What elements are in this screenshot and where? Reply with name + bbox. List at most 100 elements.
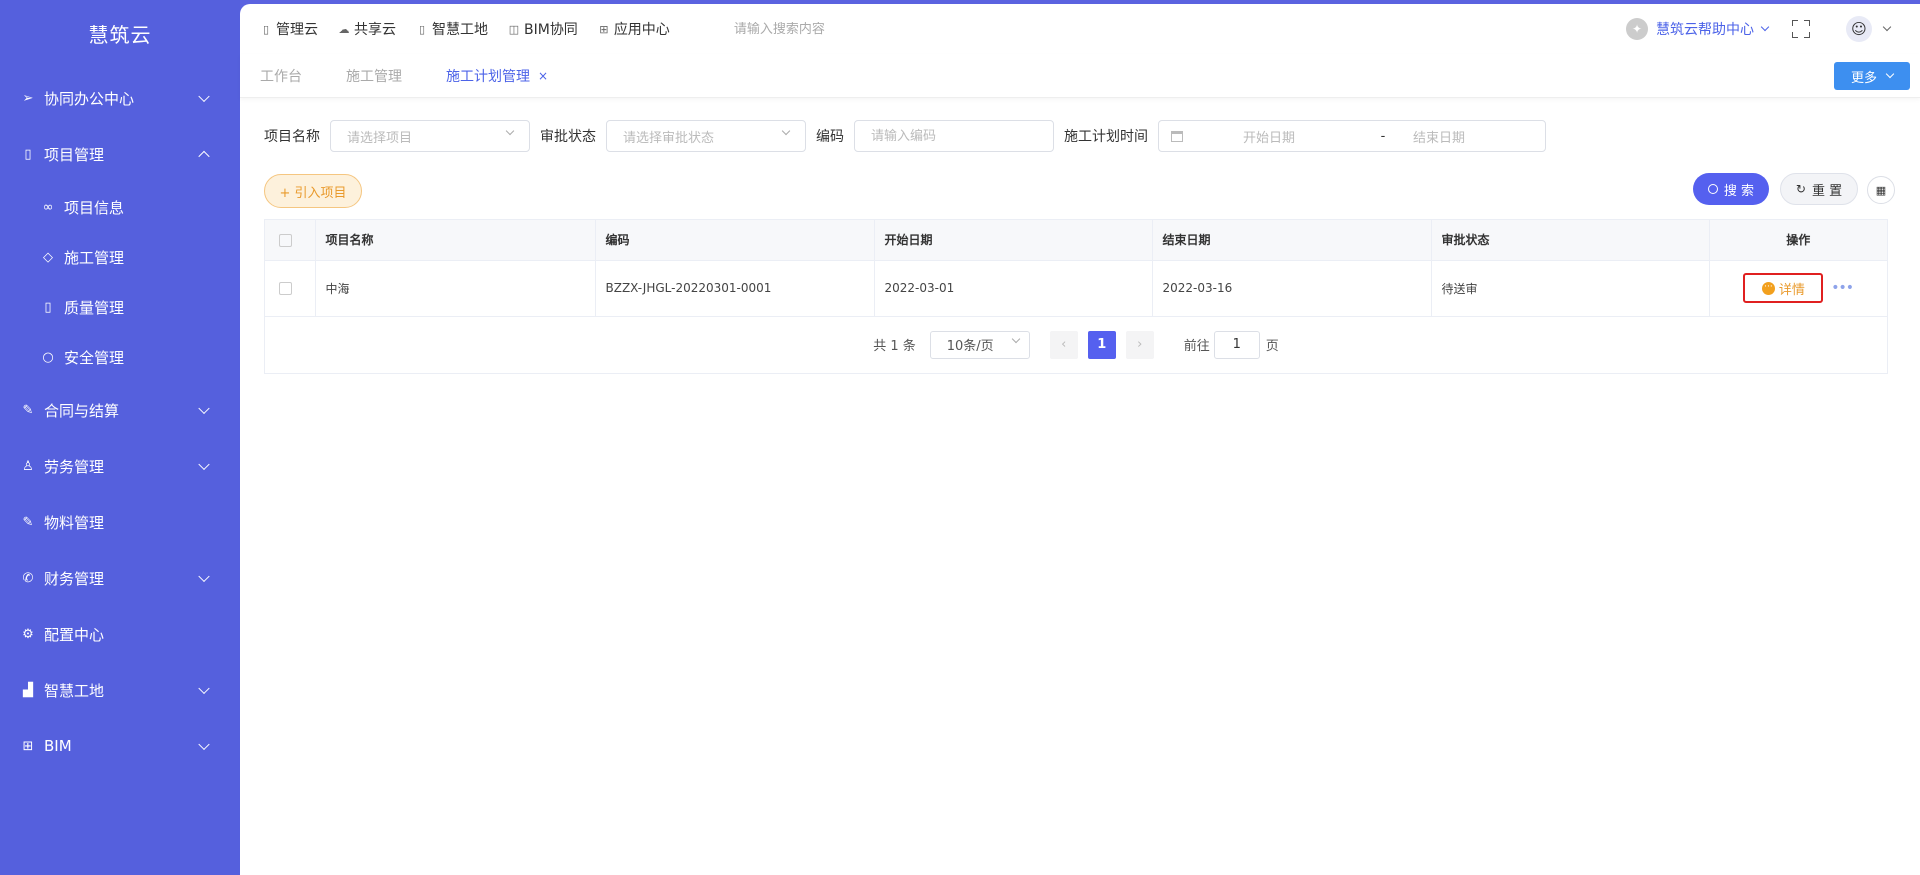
sidebar-item-smart-site[interactable]: ▟ 智慧工地 xyxy=(0,662,240,718)
import-project-button[interactable]: + 引入项目 xyxy=(264,174,362,208)
sidebar-item-config[interactable]: ⚙ 配置中心 xyxy=(0,606,240,662)
cell-project-name: 中海 xyxy=(315,260,596,317)
book-icon: ▯ xyxy=(44,299,52,315)
page-unit-label: 页 xyxy=(1265,339,1279,354)
main-panel: ▯ 管理云 ☁ 共享云 ▯ 智慧工地 ◫ BIM协同 ⊞ 应用中心 ✦ xyxy=(240,4,1920,875)
reset-button[interactable]: ↻ 重 置 xyxy=(1780,173,1858,205)
reset-label: 重 置 xyxy=(1811,183,1843,199)
code-label: 编码 xyxy=(816,129,844,145)
chevron-down-icon[interactable] xyxy=(1882,22,1892,32)
close-icon[interactable]: × xyxy=(538,69,548,83)
sidebar-item-quality[interactable]: ▯ 质量管理 xyxy=(0,282,240,332)
more-button[interactable]: 更多 xyxy=(1834,62,1910,90)
calendar-icon xyxy=(1171,130,1183,142)
page-number-button[interactable]: 1 xyxy=(1087,330,1116,359)
column-settings-icon[interactable]: ▦ xyxy=(1867,176,1895,204)
sidebar-item-contract[interactable]: ✎ 合同与结算 xyxy=(0,382,240,438)
sidebar-item-project-info[interactable]: ∞ 项目信息 xyxy=(0,182,240,232)
column-header: 编码 xyxy=(595,220,875,261)
location-icon: ○ xyxy=(42,349,54,365)
edit-icon: ✎ xyxy=(22,514,34,530)
topnav-bim[interactable]: ◫ BIM协同 xyxy=(508,19,578,39)
topnav-label: BIM协同 xyxy=(524,22,578,38)
global-search-input[interactable] xyxy=(733,21,954,37)
send-icon: ➢ xyxy=(22,90,34,106)
project-select[interactable]: 请选择项目 xyxy=(330,120,530,152)
sidebar-item-collab-office[interactable]: ➢ 协同办公中心 xyxy=(0,70,240,126)
sidebar-item-bim[interactable]: ⊞ BIM xyxy=(0,718,240,774)
more-label: 更多 xyxy=(1850,70,1877,86)
cell-code: BZZX-JHGL-20220301-0001 xyxy=(595,260,875,317)
help-logo-icon: ✦ xyxy=(1626,18,1648,40)
data-table: 项目名称 编码 开始日期 结束日期 审批状态 操作 中海 BZZX-JHGL-2… xyxy=(264,219,1888,374)
tab-label: 工作台 xyxy=(260,68,302,85)
sidebar-item-label: 项目信息 xyxy=(64,198,125,217)
sidebar-item-safety[interactable]: ○ 安全管理 xyxy=(0,332,240,382)
sidebar-item-label: 质量管理 xyxy=(64,298,125,317)
sidebar-item-labor[interactable]: ♙ 劳务管理 xyxy=(0,438,240,494)
user-icon: ♙ xyxy=(22,458,34,474)
tab-construction-plan[interactable]: 施工计划管理 × xyxy=(446,66,548,86)
chevron-down-icon xyxy=(781,126,791,136)
select-all-checkbox[interactable] xyxy=(279,233,292,247)
top-nav: ▯ 管理云 ☁ 共享云 ▯ 智慧工地 ◫ BIM协同 ⊞ 应用中心 xyxy=(260,19,690,39)
approval-status-select[interactable]: 请选择审批状态 xyxy=(606,120,806,152)
detail-label: 详情 xyxy=(1778,282,1805,298)
start-date-placeholder[interactable]: 开始日期 xyxy=(1243,127,1353,146)
sidebar-item-label: 财务管理 xyxy=(44,569,105,588)
tab-workbench[interactable]: 工作台 xyxy=(260,66,302,86)
top-right-tools: ✦ 慧筑云帮助中心 ☺ xyxy=(1626,4,1892,54)
topnav-smart-site[interactable]: ▯ 智慧工地 xyxy=(416,19,488,39)
next-page-button[interactable]: › xyxy=(1125,330,1154,359)
select-all-cell xyxy=(265,220,316,261)
end-date-placeholder[interactable]: 结束日期 xyxy=(1413,127,1465,146)
code-input[interactable] xyxy=(854,120,1054,152)
fullscreen-icon[interactable] xyxy=(1792,20,1810,38)
sidebar-item-finance[interactable]: ✆ 财务管理 xyxy=(0,550,240,606)
sidebar-item-label: 物料管理 xyxy=(44,513,105,532)
project-select-placeholder: 请选择项目 xyxy=(347,130,413,146)
pagination: 共 1 条 10条/页 ‹ 1 › 前往 页 xyxy=(265,317,1887,373)
topnav-label: 应用中心 xyxy=(613,22,670,38)
page-size-select[interactable]: 10条/页 xyxy=(929,330,1030,359)
sidebar-item-project-management[interactable]: ▯ 项目管理 xyxy=(0,126,240,182)
sidebar-item-construction[interactable]: ◇ 施工管理 xyxy=(0,232,240,282)
chevron-down-icon xyxy=(198,682,210,695)
cell-status: 待送审 xyxy=(1431,260,1710,317)
sidebar-item-label: 项目管理 xyxy=(44,145,105,164)
project-name-label: 项目名称 xyxy=(264,129,320,145)
goto-label: 前往 xyxy=(1183,339,1210,354)
edit-icon: ✎ xyxy=(22,402,34,418)
search-button[interactable]: 搜 索 xyxy=(1693,173,1769,205)
topnav-shared-cloud[interactable]: ☁ 共享云 xyxy=(338,19,397,39)
more-actions-icon[interactable]: ••• xyxy=(1831,280,1854,296)
date-separator: - xyxy=(1380,128,1386,144)
plan-date-range[interactable]: 开始日期 - 结束日期 xyxy=(1158,120,1546,152)
cube-icon: ◫ xyxy=(508,22,520,36)
chevron-down-icon xyxy=(198,90,210,103)
refresh-icon: ↻ xyxy=(1795,182,1806,196)
user-avatar[interactable]: ☺ xyxy=(1846,16,1872,42)
detail-button[interactable]: ··· 详情 xyxy=(1743,273,1824,303)
chevron-down-icon xyxy=(505,126,515,136)
tab-construction[interactable]: 施工管理 xyxy=(346,66,402,86)
row-checkbox[interactable] xyxy=(279,282,292,295)
topnav-management-cloud[interactable]: ▯ 管理云 xyxy=(260,19,318,39)
approval-status-placeholder: 请选择审批状态 xyxy=(623,130,715,146)
cell-actions: ··· 详情 ••• xyxy=(1709,260,1887,317)
total-count: 共 1 条 xyxy=(873,339,916,354)
book-icon: ▯ xyxy=(418,22,426,36)
topnav-app-center[interactable]: ⊞ 应用中心 xyxy=(598,19,670,39)
phone-icon: ✆ xyxy=(22,570,34,586)
project-submenu: ∞ 项目信息 ◇ 施工管理 ▯ 质量管理 ○ 安全管理 xyxy=(0,182,240,382)
sidebar-item-materials[interactable]: ✎ 物料管理 xyxy=(0,494,240,550)
goto-page-input[interactable] xyxy=(1213,330,1260,359)
prev-page-button[interactable]: ‹ xyxy=(1049,330,1078,359)
help-center-label: 慧筑云帮助中心 xyxy=(1656,22,1754,38)
table-row: 中海 BZZX-JHGL-20220301-0001 2022-03-01 20… xyxy=(265,260,1887,317)
help-center-dropdown[interactable]: 慧筑云帮助中心 xyxy=(1656,19,1770,39)
brand-title: 慧筑云 xyxy=(88,23,152,47)
book-icon: ▯ xyxy=(24,146,32,162)
glasses-icon: ∞ xyxy=(42,199,54,215)
grid-icon: ⊞ xyxy=(599,22,609,36)
